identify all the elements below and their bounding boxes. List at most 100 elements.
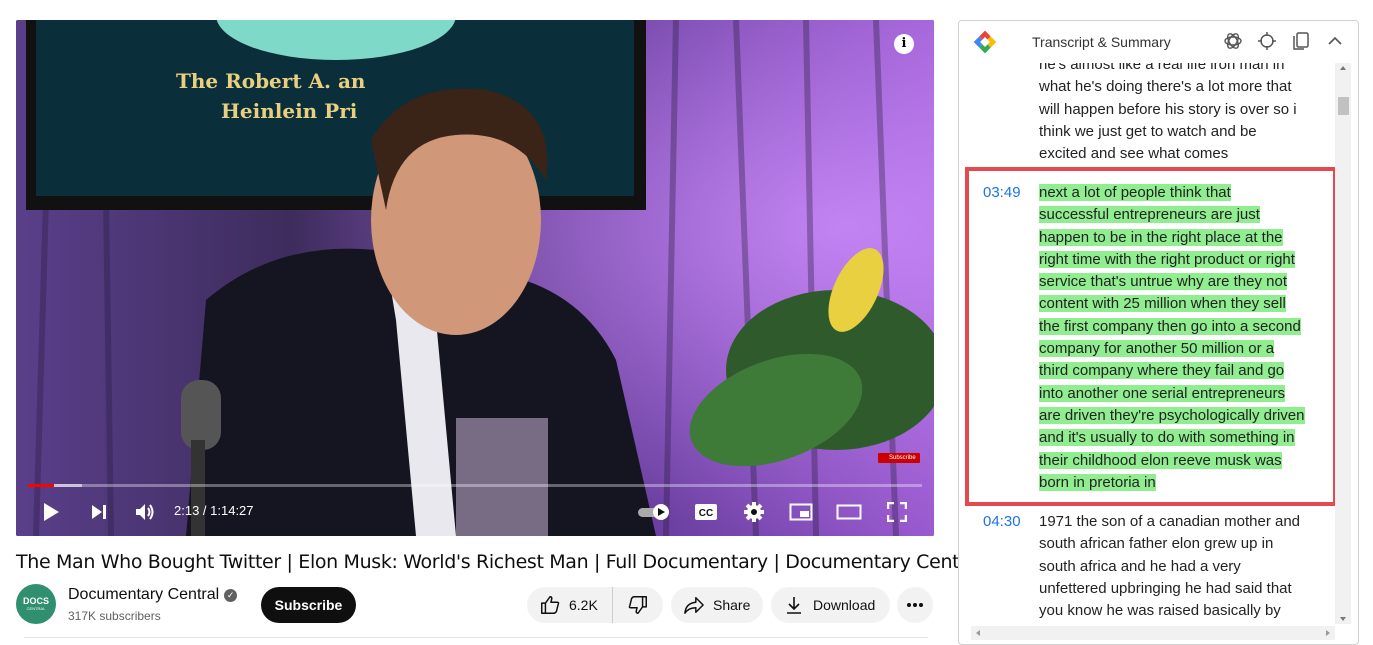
extension-logo-icon xyxy=(973,30,997,54)
thumbs-up-icon xyxy=(541,596,560,614)
transcript-line: south african father elon grew up in xyxy=(1039,535,1274,553)
subscriber-count: 317K subscribers xyxy=(68,609,161,623)
avatar-subtext: CENTRAL xyxy=(26,606,46,611)
panel-title: Transcript & Summary xyxy=(1032,34,1171,50)
like-button[interactable]: 6.2K xyxy=(527,587,613,623)
transcript-line: and it's usually to do with something in xyxy=(1039,429,1295,447)
transcript-line: the first company then go into a second xyxy=(1039,317,1301,335)
verified-icon: ✓ xyxy=(224,588,238,602)
play-icon xyxy=(44,503,59,521)
miniplayer-button[interactable] xyxy=(786,498,816,526)
scroll-down-arrow-icon[interactable] xyxy=(1335,614,1351,624)
transcript-list[interactable]: he's almost like a real life iron man in… xyxy=(959,63,1345,628)
theater-button[interactable] xyxy=(834,498,864,526)
divider xyxy=(24,637,928,638)
openai-icon xyxy=(1224,33,1242,49)
panel-header: Transcript & Summary xyxy=(959,21,1358,63)
horizontal-scrollbar[interactable] xyxy=(971,626,1335,640)
autoplay-toggle-icon xyxy=(638,504,669,520)
collapse-panel-button[interactable] xyxy=(1324,30,1346,52)
dislike-button[interactable] xyxy=(613,587,663,623)
thumbs-down-icon xyxy=(628,596,647,614)
fullscreen-button[interactable] xyxy=(882,498,912,526)
video-frame: The Robert A. an Heinlein Pri xyxy=(16,20,934,536)
transcript-line: right time with the right product or rig… xyxy=(1039,250,1295,268)
transcript-line: company for another 50 million or a xyxy=(1039,340,1275,358)
screen-sign-line1: The Robert A. an xyxy=(176,69,366,93)
share-icon xyxy=(684,597,704,614)
transcript-line: what he's doing there's a lot more that xyxy=(1039,78,1292,96)
share-button[interactable]: Share xyxy=(671,587,763,623)
summarize-button[interactable] xyxy=(1222,30,1244,52)
more-icon xyxy=(907,603,923,607)
subscribe-watermark[interactable]: Subscribe xyxy=(878,453,920,463)
transcript-panel: he's almost like a real life iron man in… xyxy=(958,20,1359,645)
transcript-line: their childhood elon reeve musk was xyxy=(1039,451,1282,469)
transcript-line: happen to be in the right place at the xyxy=(1039,228,1283,246)
transcript-line: third company where they fail and go xyxy=(1039,362,1285,380)
play-button[interactable] xyxy=(36,498,66,526)
settings-button[interactable] xyxy=(739,498,769,526)
next-button[interactable] xyxy=(84,498,114,526)
channel-name[interactable]: Documentary Central xyxy=(68,586,219,604)
transcript-line: think we just get to watch and be xyxy=(1039,122,1257,140)
autoplay-toggle[interactable] xyxy=(636,498,674,526)
more-actions-button[interactable] xyxy=(897,587,933,623)
transcript-line: 1971 the son of a canadian mother and xyxy=(1039,513,1301,530)
volume-icon xyxy=(136,504,154,520)
progress-played xyxy=(28,484,54,487)
transcript-line: born in pretoria in xyxy=(1039,473,1156,491)
progress-bar[interactable] xyxy=(28,484,922,487)
scroll-right-arrow-icon[interactable] xyxy=(1323,626,1333,640)
settings-icon xyxy=(744,502,764,522)
download-icon xyxy=(787,597,801,614)
transcript-line: excited and see what comes xyxy=(1039,145,1229,163)
subscribe-button[interactable]: Subscribe xyxy=(261,587,356,623)
transcript-line: service that's untrue why are they not xyxy=(1039,273,1287,291)
copy-icon xyxy=(1293,32,1309,50)
like-count: 6.2K xyxy=(569,597,598,613)
transcript-line: you know he was raised basically by xyxy=(1039,602,1281,620)
scroll-up-arrow-icon[interactable] xyxy=(1335,63,1351,73)
timestamp-link[interactable]: 03:49 xyxy=(983,184,1021,201)
video-title: The Man Who Bought Twitter | Elon Musk: … xyxy=(16,551,983,573)
crosshair-icon xyxy=(1258,32,1276,50)
scrollbar-thumb[interactable] xyxy=(1338,97,1349,115)
next-icon xyxy=(92,505,106,519)
transcript-segment-text[interactable]: next a lot of people think that successf… xyxy=(1039,182,1321,494)
info-icon[interactable]: i xyxy=(894,34,914,54)
miniplayer-icon xyxy=(789,503,813,521)
transcript-segment-text: he's almost like a real life iron man in… xyxy=(1039,63,1321,165)
video-player[interactable]: The Robert A. an Heinlein Pri i Subscrib… xyxy=(16,20,934,536)
copy-transcript-button[interactable] xyxy=(1290,30,1312,52)
volume-button[interactable] xyxy=(130,498,160,526)
chevron-up-icon xyxy=(1328,36,1342,45)
transcript-line: will happen before his story is over so … xyxy=(1039,100,1297,118)
transcript-line: successful entrepreneurs are just xyxy=(1039,206,1260,224)
share-label: Share xyxy=(713,597,751,613)
transcript-line: into another one serial entrepreneurs xyxy=(1039,384,1285,402)
fullscreen-icon xyxy=(887,502,907,522)
transcript-line: unfettered upbringing he had said that xyxy=(1039,579,1292,597)
transcript-line: south africa and he had a very xyxy=(1039,557,1241,575)
transcript-line: content with 25 million when they sell xyxy=(1039,295,1286,313)
theater-icon xyxy=(836,504,862,520)
transcript-segment-text[interactable]: 1971 the son of a canadian mother and so… xyxy=(1039,511,1321,622)
captions-icon: CC xyxy=(695,504,717,520)
transcript-line: he's almost like a real life iron man in xyxy=(1039,63,1285,73)
transcript-line: are driven they're psychologically drive… xyxy=(1039,406,1305,424)
transcript-line: next a lot of people think that xyxy=(1039,184,1231,201)
channel-name-row[interactable]: Documentary Central ✓ xyxy=(68,586,238,604)
jump-to-current-button[interactable] xyxy=(1256,30,1278,52)
screen-sign-line2: Heinlein Pri xyxy=(221,99,358,123)
time-display: 2:13 / 1:14:27 xyxy=(174,503,254,518)
like-dislike-group: 6.2K xyxy=(527,587,663,623)
transcript-scrollbar[interactable] xyxy=(1335,63,1351,624)
scroll-left-arrow-icon[interactable] xyxy=(973,626,983,640)
download-button[interactable]: Download xyxy=(771,587,890,623)
download-label: Download xyxy=(813,597,876,613)
channel-avatar[interactable]: DOCS CENTRAL xyxy=(16,584,56,624)
timestamp-link[interactable]: 04:30 xyxy=(983,513,1021,530)
svg-text:CC: CC xyxy=(699,508,713,519)
captions-button[interactable]: CC xyxy=(691,498,721,526)
